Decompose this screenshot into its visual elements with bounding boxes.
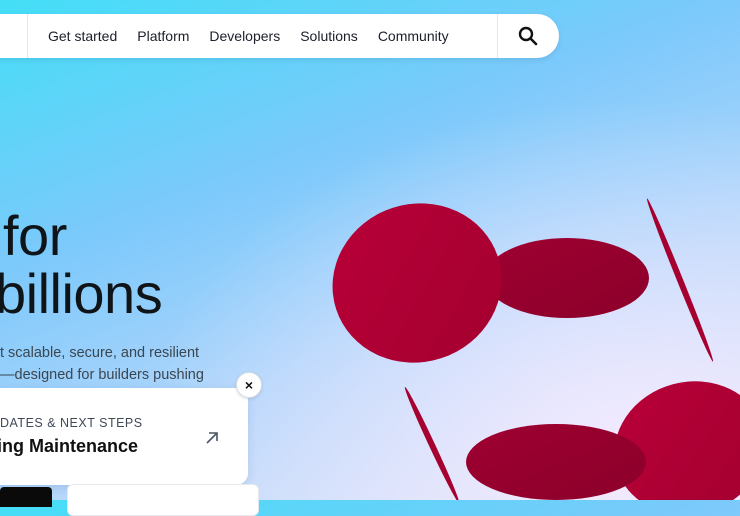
hero-title-line2: billions xyxy=(0,262,163,325)
nav-divider xyxy=(497,14,498,58)
search-icon[interactable] xyxy=(516,24,540,48)
nav-item-developers[interactable]: Developers xyxy=(209,28,280,44)
notice-card[interactable]: DATES & NEXT STEPS ning Maintenance xyxy=(0,388,248,485)
hero-title-line1: for xyxy=(3,204,67,267)
notice-title: ning Maintenance xyxy=(0,436,139,456)
close-button[interactable]: × xyxy=(236,372,262,398)
nav-item-solutions[interactable]: Solutions xyxy=(300,28,358,44)
nav-menu: Get started Platform Developers Solution… xyxy=(48,14,469,58)
nav-divider xyxy=(27,14,28,58)
secondary-button-partial[interactable] xyxy=(67,484,259,516)
notice-eyebrow: DATES & NEXT STEPS xyxy=(0,416,143,430)
shape-stick-right xyxy=(646,198,714,362)
top-navigation: Get started Platform Developers Solution… xyxy=(0,14,559,58)
primary-button-partial[interactable] xyxy=(0,487,52,507)
nav-item-community[interactable]: Community xyxy=(378,28,449,44)
shape-disc-large xyxy=(332,203,502,363)
nav-item-get-started[interactable]: Get started xyxy=(48,28,117,44)
shape-ellipse-flat xyxy=(485,238,649,318)
hero-subtitle: t scalable, secure, and resilient —desig… xyxy=(0,342,204,386)
hero-title: for billions xyxy=(0,204,163,325)
nav-item-platform[interactable]: Platform xyxy=(137,28,189,44)
hero-subtitle-line1: t scalable, secure, and resilient xyxy=(0,345,200,361)
shape-ellipse-bottom xyxy=(466,424,646,500)
shape-stick-bottom xyxy=(404,386,460,500)
hero-subtitle-line2: —designed for builders pushing xyxy=(0,367,204,383)
arrow-up-right-icon[interactable] xyxy=(204,430,220,446)
